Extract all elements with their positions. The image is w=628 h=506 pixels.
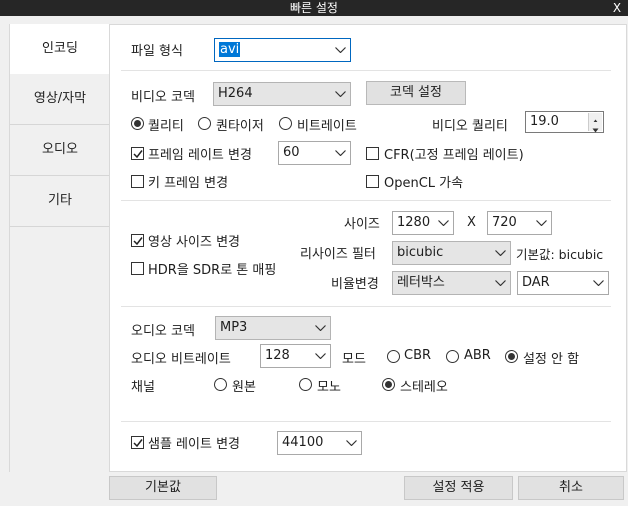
keyframe-label: 키 프레임 변경	[148, 176, 229, 191]
chevron-down-icon	[332, 39, 350, 61]
audio-bitrate-select[interactable]: 128	[260, 344, 331, 368]
video-quality-label: 비디오 퀄리티	[432, 119, 508, 134]
hdr-checkbox[interactable]	[131, 262, 144, 275]
tab-video-subtitle[interactable]: 영상/자막	[10, 74, 110, 125]
size-x-label: X	[467, 215, 476, 230]
default-button[interactable]: 기본값	[109, 476, 217, 500]
video-quality-value: 19.0	[530, 114, 559, 129]
cfr-checkbox[interactable]	[366, 147, 379, 160]
hdr-label: HDR을 SDR로 톤 매핑	[148, 263, 277, 278]
samplerate-checkbox[interactable]	[131, 436, 144, 449]
filter-default-note: 기본값: bicubic	[516, 247, 604, 262]
height-select[interactable]: 720	[487, 211, 552, 235]
radio-abr[interactable]	[446, 350, 459, 363]
filter-value: bicubic	[397, 245, 444, 260]
radio-bitrate[interactable]	[279, 117, 292, 130]
video-quality-spinner[interactable]: 19.0	[525, 111, 604, 133]
radio-abr-label: ABR	[464, 348, 491, 363]
divider	[121, 70, 611, 71]
chevron-down-icon	[492, 242, 510, 264]
radio-quality[interactable]	[131, 117, 144, 130]
samplerate-label: 샘플 레이트 변경	[148, 437, 240, 452]
chevron-down-icon	[533, 212, 551, 234]
spin-down-icon[interactable]	[589, 122, 602, 133]
radio-stereo[interactable]	[382, 378, 395, 391]
opencl-label: OpenCL 가속	[384, 176, 464, 191]
chevron-down-icon	[590, 272, 608, 294]
filter-label: 리사이즈 필터	[300, 247, 376, 262]
width-select[interactable]: 1280	[392, 211, 454, 235]
keyframe-checkbox[interactable]	[131, 175, 144, 188]
cancel-button[interactable]: 취소	[518, 476, 624, 500]
framerate-label: 프레임 레이트 변경	[148, 148, 252, 163]
video-codec-label: 비디오 코덱	[131, 90, 195, 105]
samplerate-value: 44100	[282, 435, 324, 450]
chevron-down-icon	[332, 83, 350, 105]
video-codec-value: H264	[218, 86, 253, 101]
audio-codec-value: MP3	[220, 320, 248, 335]
chevron-down-icon	[312, 317, 330, 339]
radio-none-label: 설정 안 함	[523, 352, 580, 367]
video-codec-select[interactable]: H264	[213, 82, 351, 106]
radio-original[interactable]	[214, 378, 227, 391]
size-label: 사이즈	[344, 217, 380, 232]
opencl-checkbox[interactable]	[366, 175, 379, 188]
spin-up-icon[interactable]	[589, 113, 602, 124]
audio-codec-select[interactable]: MP3	[215, 316, 331, 340]
chevron-down-icon	[312, 345, 330, 367]
apply-button[interactable]: 설정 적용	[404, 476, 513, 500]
radio-stereo-label: 스테레오	[400, 380, 448, 395]
window-title: 빠른 설정	[290, 1, 338, 15]
radio-mono[interactable]	[299, 378, 312, 391]
radio-quantizer[interactable]	[198, 117, 211, 130]
chevron-down-icon	[492, 272, 510, 294]
divider	[121, 200, 611, 201]
framerate-value: 60	[283, 145, 300, 160]
radio-mono-label: 모노	[317, 380, 341, 395]
tab-encoding[interactable]: 인코딩	[10, 24, 110, 74]
divider	[121, 421, 611, 422]
resize-label: 영상 사이즈 변경	[148, 235, 240, 250]
radio-cbr-label: CBR	[404, 348, 432, 363]
sidebar: 인코딩 영상/자막 오디오 기타	[9, 24, 110, 472]
close-button[interactable]: X	[610, 0, 624, 16]
framerate-checkbox[interactable]	[131, 147, 144, 160]
resize-checkbox[interactable]	[131, 234, 144, 247]
filter-select[interactable]: bicubic	[392, 241, 511, 265]
ratio-label: 비율변경	[331, 277, 379, 292]
chevron-down-icon	[343, 432, 361, 454]
title-bar: 빠른 설정 X	[0, 0, 628, 16]
divider	[121, 306, 611, 307]
framerate-select[interactable]: 60	[278, 141, 351, 165]
radio-cbr[interactable]	[387, 350, 400, 363]
audio-mode-label: 모드	[342, 352, 366, 367]
radio-original-label: 원본	[232, 380, 256, 395]
format-value: avi	[219, 42, 241, 57]
samplerate-select[interactable]: 44100	[277, 431, 362, 455]
radio-bitrate-label: 비트레이트	[297, 119, 357, 134]
audio-codec-label: 오디오 코덱	[131, 324, 195, 339]
channel-label: 채널	[131, 380, 155, 395]
tab-etc[interactable]: 기타	[10, 176, 110, 227]
ratio-value: 레터박스	[397, 275, 445, 290]
cfr-label: CFR(고정 프레임 레이트)	[384, 148, 524, 163]
height-value: 720	[492, 215, 517, 230]
chevron-down-icon	[435, 212, 453, 234]
format-select[interactable]: avi	[214, 38, 351, 62]
radio-quantizer-label: 퀀타이저	[216, 119, 264, 134]
audio-bitrate-label: 오디오 비트레이트	[131, 352, 231, 367]
codec-settings-button[interactable]: 코덱 설정	[366, 81, 466, 105]
ratio-select[interactable]: 레터박스	[392, 271, 511, 295]
ratio-type-select[interactable]: DAR	[517, 271, 609, 295]
chevron-down-icon	[332, 142, 350, 164]
audio-bitrate-value: 128	[265, 348, 290, 363]
radio-none[interactable]	[505, 350, 518, 363]
tab-audio[interactable]: 오디오	[10, 125, 110, 176]
radio-quality-label: 퀄리티	[148, 119, 184, 134]
format-label: 파일 형식	[131, 44, 183, 59]
ratio-type-value: DAR	[522, 275, 550, 290]
width-value: 1280	[397, 215, 431, 230]
